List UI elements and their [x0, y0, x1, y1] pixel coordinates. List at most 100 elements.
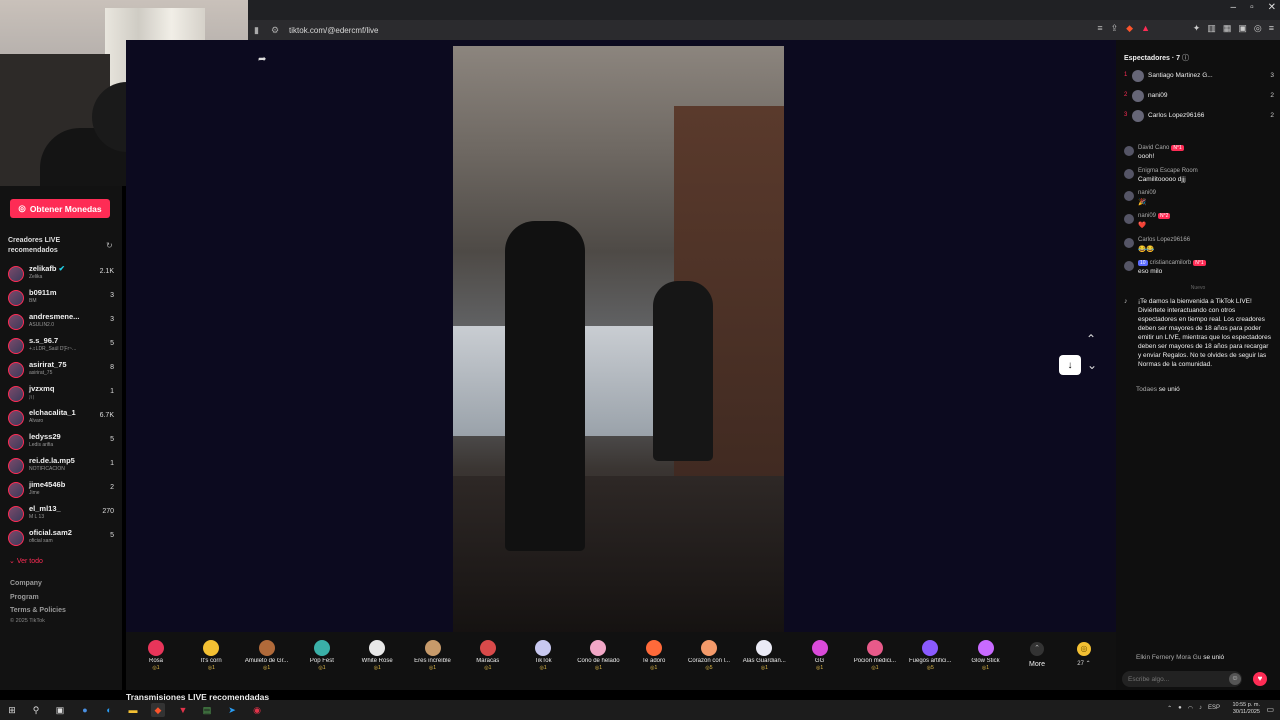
creator-item[interactable]: andresmene... ASULIN2.0 3: [6, 312, 116, 334]
address-bar[interactable]: ▮ ⚙ tiktok.com/@edercmf/live ≡ ⇪ ◆ ▲ ✦ ▥…: [248, 20, 1280, 40]
gift-item[interactable]: Cono de helado ◎1: [572, 640, 624, 671]
chat-username[interactable]: nani09 N°2: [1138, 213, 1171, 219]
clock[interactable]: 10:55 p. m. 30/11/2025: [1232, 702, 1260, 716]
gift-item[interactable]: White Rose ◎1: [351, 640, 403, 671]
viewer-item[interactable]: 3 Carlos Lopez96166 2: [1124, 110, 1274, 124]
chevron-down-icon[interactable]: ⌄: [1087, 358, 1097, 372]
gift-item[interactable]: TikTok ◎1: [517, 640, 569, 671]
extensions-icon[interactable]: ✦: [1193, 23, 1201, 34]
network-icon[interactable]: ◠: [1188, 705, 1193, 712]
avatar[interactable]: [1124, 261, 1134, 271]
gift-item[interactable]: GG ◎1: [794, 640, 846, 671]
tray-app-icon[interactable]: ●: [1178, 705, 1182, 712]
avatar[interactable]: [1124, 169, 1134, 179]
obs-icon[interactable]: ◉: [250, 703, 264, 717]
vpn-icon[interactable]: ◎: [1254, 23, 1262, 34]
share-icon[interactable]: ➦: [258, 54, 266, 65]
app-icon[interactable]: ▼: [176, 703, 190, 717]
app-icon[interactable]: ▤: [200, 703, 214, 717]
edge-icon[interactable]: ◐: [102, 703, 116, 717]
windows-start-icon[interactable]: ⊞: [5, 703, 19, 717]
system-tray[interactable]: ⌃ ● ◠ ♪ ESP: [1167, 705, 1220, 712]
gift-item[interactable]: It's corn ◎1: [185, 640, 237, 671]
menu-icon[interactable]: ≡: [1269, 23, 1274, 34]
gift-item[interactable]: Maracas ◎1: [462, 640, 514, 671]
chevron-up-icon[interactable]: ⌃: [1086, 332, 1096, 346]
close-window-button[interactable]: ✕: [1268, 2, 1276, 13]
footer-link-program[interactable]: Program: [10, 594, 39, 601]
creator-item[interactable]: b0911m BM 3: [6, 288, 116, 310]
minimize-button[interactable]: –: [1231, 2, 1237, 13]
footer-link-company[interactable]: Company: [10, 580, 42, 587]
gift-item[interactable]: Amuleto de Gr... ◎1: [241, 640, 293, 671]
viewer-item[interactable]: 1 Santiago Martinez G... 3: [1124, 70, 1274, 84]
avatar[interactable]: [1124, 146, 1134, 156]
app-icon[interactable]: ➤: [225, 703, 239, 717]
viewers-header[interactable]: Espectadores · 7 ⓘ: [1124, 53, 1189, 63]
heart-icon[interactable]: ♥: [1253, 672, 1267, 686]
volume-icon[interactable]: ♪: [1199, 705, 1202, 712]
chat-username[interactable]: nani09: [1138, 190, 1156, 196]
more-gifts-button[interactable]: ⌃ More: [1022, 642, 1052, 668]
creator-item[interactable]: asirirat_75 asirirat_75 8: [6, 360, 116, 382]
join-user[interactable]: Todaes: [1136, 386, 1157, 393]
creator-item[interactable]: jvzxmq 川 1: [6, 384, 116, 406]
chat-input[interactable]: [1122, 671, 1242, 687]
maximize-button[interactable]: ▫: [1250, 2, 1254, 13]
avatar[interactable]: [1124, 238, 1134, 248]
next-live-button[interactable]: ↓: [1059, 355, 1081, 375]
bookmark-icon[interactable]: ▮: [254, 25, 259, 36]
task-view-icon[interactable]: ▣: [53, 703, 67, 717]
gift-item[interactable]: Rosa ◎1: [130, 640, 182, 671]
creator-item[interactable]: ledyss29 Ledis arifia 5: [6, 432, 116, 454]
viewer-item[interactable]: 2 nani09 2: [1124, 90, 1274, 104]
chat-username[interactable]: 10 cristiancamilorb N°1: [1138, 260, 1206, 266]
sidebar-icon[interactable]: ▥: [1207, 23, 1216, 34]
gift-item[interactable]: Pop Fest ◎1: [296, 640, 348, 671]
avatar[interactable]: [1124, 191, 1134, 201]
creator-item[interactable]: zelikafb ✔ Zelika 2.1K: [6, 264, 116, 286]
live-video[interactable]: [453, 46, 784, 634]
creator-item[interactable]: jime4546b Jime 2: [6, 480, 116, 502]
alert-icon[interactable]: ▲: [1141, 23, 1150, 34]
gift-item[interactable]: Te adoro ◎1: [628, 640, 680, 671]
tabs-icon[interactable]: ▦: [1223, 23, 1232, 34]
chevron-up-icon[interactable]: ⌃: [1167, 705, 1172, 712]
gift-item[interactable]: Alas Guardian... ◎1: [738, 640, 790, 671]
avatar[interactable]: [1124, 214, 1134, 224]
creator-item[interactable]: elchacalita_1 Alvaro 6.7K: [6, 408, 116, 430]
brave-icon[interactable]: ◆: [151, 703, 165, 717]
footer-link-terms[interactable]: Terms & Policies: [10, 607, 66, 614]
see-all-link[interactable]: ⌄ Ver todo: [9, 557, 43, 565]
wallet-icon[interactable]: ▣: [1238, 23, 1247, 34]
creator-item[interactable]: oficial.sam2 oficial sam 5: [6, 528, 116, 550]
chat-username[interactable]: Enigma Escape Room: [1138, 168, 1198, 174]
brave-shield-icon[interactable]: ◆: [1126, 23, 1133, 34]
folder-icon[interactable]: ▬: [126, 703, 140, 717]
share-url-icon[interactable]: ⇪: [1111, 23, 1119, 34]
site-info-icon[interactable]: ⚙: [271, 25, 279, 36]
creator-item[interactable]: s.s_96.7 +♫LDR_Saúl D'Ƒr~... 5: [6, 336, 116, 358]
emoji-icon[interactable]: ☺: [1229, 673, 1241, 685]
url-text[interactable]: tiktok.com/@edercmf/live: [289, 26, 378, 35]
get-coins-button[interactable]: ◎ Obtener Monedas: [10, 199, 110, 218]
creator-item[interactable]: el_ml13_ M L 13 270: [6, 504, 116, 526]
reader-icon[interactable]: ≡: [1097, 23, 1102, 34]
gift-item[interactable]: Glow Stick ◎1: [960, 640, 1012, 671]
chrome-icon[interactable]: ●: [78, 703, 92, 717]
coin-balance[interactable]: ◎ 27 ⌃: [1074, 642, 1094, 667]
gift-item[interactable]: Fuegos artifici... ◎5: [904, 640, 956, 671]
notification-icon[interactable]: ▭: [1266, 705, 1274, 714]
refresh-icon[interactable]: ↻: [106, 241, 113, 250]
info-icon[interactable]: ⓘ: [1182, 55, 1189, 62]
search-icon[interactable]: ⚲: [29, 703, 43, 717]
viewer-rank: 1: [1124, 72, 1128, 78]
join-user[interactable]: Elkin Fernery Mora Gu: [1136, 654, 1201, 661]
gift-item[interactable]: Eres increíble ◎1: [407, 640, 459, 671]
language-indicator[interactable]: ESP: [1208, 705, 1220, 712]
chat-username[interactable]: Carlos Lopez96166: [1138, 237, 1190, 243]
gift-item[interactable]: Corazón con l... ◎5: [683, 640, 735, 671]
creator-item[interactable]: rei.de.la.mp5 NOTIFICACION 1: [6, 456, 116, 478]
chat-username[interactable]: David Cano N°1: [1138, 145, 1184, 151]
gift-item[interactable]: Poción medici... ◎1: [849, 640, 901, 671]
